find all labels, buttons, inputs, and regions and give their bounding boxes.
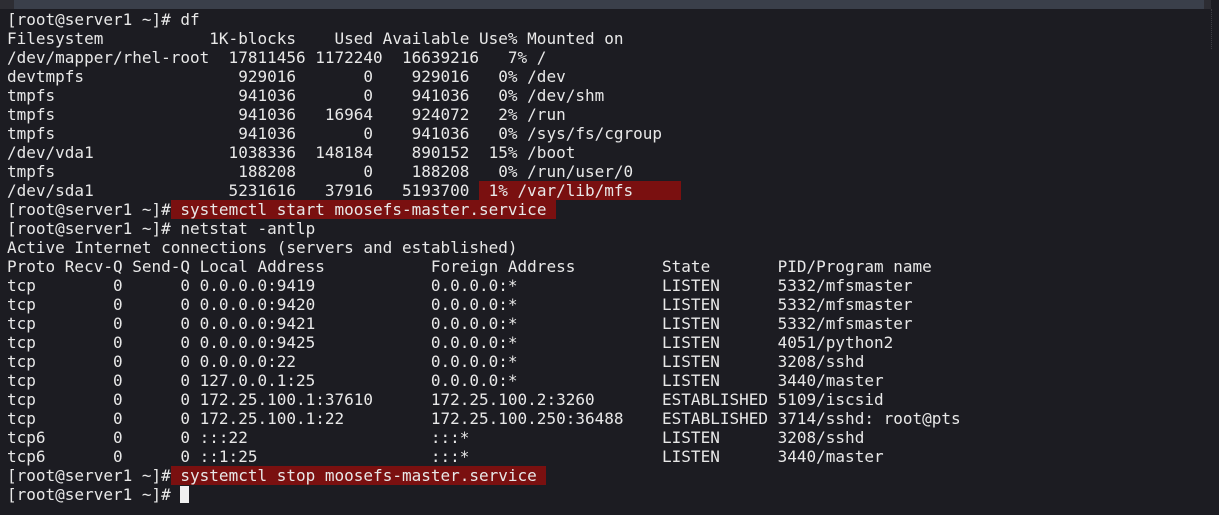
terminal-line: tmpfs 941036 16964 924072 2% /run <box>7 105 1207 124</box>
text-cursor[interactable] <box>180 486 190 503</box>
terminal-line-text: tcp 0 0 0.0.0.0:9425 0.0.0.0:* LISTEN 40… <box>7 333 894 352</box>
terminal-line-text: [root@server1 ~]# netstat -antlp <box>7 219 316 238</box>
terminal-line-text: [root@server1 ~]# df <box>7 10 200 29</box>
terminal-line-text: /dev/mapper/rhel-root 17811456 1172240 1… <box>7 48 547 67</box>
terminal-line: tcp 0 0 0.0.0.0:9419 0.0.0.0:* LISTEN 53… <box>7 276 1207 295</box>
highlighted-command: 1% /var/lib/mfs <box>479 181 682 200</box>
terminal-line-text: tmpfs 188208 0 188208 0% /run/user/0 <box>7 162 634 181</box>
terminal-line-text: Proto Recv-Q Send-Q Local Address Foreig… <box>7 257 932 276</box>
terminal-line-text: tcp 0 0 0.0.0.0:22 0.0.0.0:* LISTEN 3208… <box>7 352 865 371</box>
terminal-line-text: tmpfs 941036 0 941036 0% /dev/shm <box>7 86 605 105</box>
terminal-line: tmpfs 188208 0 188208 0% /run/user/0 <box>7 162 1207 181</box>
tab-strip[interactable] <box>14 0 1204 9</box>
terminal-line: tmpfs 941036 0 941036 0% /sys/fs/cgroup <box>7 124 1207 143</box>
terminal-line-text: tcp 0 0 172.25.100.1:37610 172.25.100.2:… <box>7 390 884 409</box>
terminal-line: tcp 0 0 0.0.0.0:22 0.0.0.0:* LISTEN 3208… <box>7 352 1207 371</box>
terminal-line: [root@server1 ~]# df <box>7 10 1207 29</box>
terminal-line: tcp 0 0 172.25.100.1:22 172.25.100.250:3… <box>7 409 1207 428</box>
terminal-line: [root@server1 ~]# netstat -antlp <box>7 219 1207 238</box>
terminal-line-text: tcp 0 0 0.0.0.0:9420 0.0.0.0:* LISTEN 53… <box>7 295 913 314</box>
terminal-line-text: tcp 0 0 127.0.0.1:25 0.0.0.0:* LISTEN 34… <box>7 371 884 390</box>
terminal-line: [root@server1 ~]# systemctl stop moosefs… <box>7 466 1207 485</box>
terminal-line: tcp 0 0 127.0.0.1:25 0.0.0.0:* LISTEN 34… <box>7 371 1207 390</box>
terminal-line: tcp6 0 0 :::22 :::* LISTEN 3208/sshd <box>7 428 1207 447</box>
terminal-line-text: tcp 0 0 0.0.0.0:9419 0.0.0.0:* LISTEN 53… <box>7 276 913 295</box>
scrollbar[interactable] <box>1211 0 1219 515</box>
terminal-line-text: devtmpfs 929016 0 929016 0% /dev <box>7 67 566 86</box>
terminal-line: Proto Recv-Q Send-Q Local Address Foreig… <box>7 257 1207 276</box>
scrollbar-grip[interactable] <box>1211 9 1218 49</box>
terminal-line: tmpfs 941036 0 941036 0% /dev/shm <box>7 86 1207 105</box>
terminal-line-text: tcp 0 0 172.25.100.1:22 172.25.100.250:3… <box>7 409 961 428</box>
terminal-line: Active Internet connections (servers and… <box>7 238 1207 257</box>
terminal-line: tcp 0 0 0.0.0.0:9421 0.0.0.0:* LISTEN 53… <box>7 314 1207 333</box>
terminal-line-text: tmpfs 941036 16964 924072 2% /run <box>7 105 566 124</box>
terminal-line: /dev/mapper/rhel-root 17811456 1172240 1… <box>7 48 1207 67</box>
terminal-line: Filesystem 1K-blocks Used Available Use%… <box>7 29 1207 48</box>
terminal-line: tcp 0 0 0.0.0.0:9420 0.0.0.0:* LISTEN 53… <box>7 295 1207 314</box>
terminal-output[interactable]: [root@server1 ~]# df Filesystem 1K-blocks… <box>7 10 1207 515</box>
terminal-line: [root@server1 ~]# systemctl start moosef… <box>7 200 1207 219</box>
terminal-line-text: Filesystem 1K-blocks Used Available Use%… <box>7 29 624 48</box>
terminal-line-text: tcp6 0 0 ::1:25 :::* LISTEN 3440/master <box>7 447 884 466</box>
terminal-line-text: [root@server1 ~]# <box>7 466 171 485</box>
highlighted-command: systemctl start moosefs-master.service <box>170 200 557 219</box>
terminal-line: tcp6 0 0 ::1:25 :::* LISTEN 3440/master <box>7 447 1207 466</box>
terminal-line-text: Active Internet connections (servers and… <box>7 238 518 257</box>
terminal-line: /dev/vda1 1038336 148184 890152 15% /boo… <box>7 143 1207 162</box>
terminal-line: devtmpfs 929016 0 929016 0% /dev <box>7 67 1207 86</box>
terminal-line: [root@server1 ~]# <box>7 485 1207 504</box>
terminal-line: /dev/sda1 5231616 37916 5193700 1% /var/… <box>7 181 1207 200</box>
terminal-line-text: tcp6 0 0 :::22 :::* LISTEN 3208/sshd <box>7 428 865 447</box>
highlighted-command: systemctl stop moosefs-master.service <box>170 466 547 485</box>
window-top-bar <box>0 0 1219 9</box>
terminal-line-text: /dev/vda1 1038336 148184 890152 15% /boo… <box>7 143 576 162</box>
terminal-line-text: tmpfs 941036 0 941036 0% /sys/fs/cgroup <box>7 124 663 143</box>
terminal-line-text: tcp 0 0 0.0.0.0:9421 0.0.0.0:* LISTEN 53… <box>7 314 913 333</box>
terminal-line-text: /dev/sda1 5231616 37916 5193700 <box>7 181 480 200</box>
terminal-line: tcp 0 0 172.25.100.1:37610 172.25.100.2:… <box>7 390 1207 409</box>
terminal-line-text: [root@server1 ~]# <box>7 200 171 219</box>
terminal-line-text: [root@server1 ~]# <box>7 485 181 504</box>
terminal-line: tcp 0 0 0.0.0.0:9425 0.0.0.0:* LISTEN 40… <box>7 333 1207 352</box>
